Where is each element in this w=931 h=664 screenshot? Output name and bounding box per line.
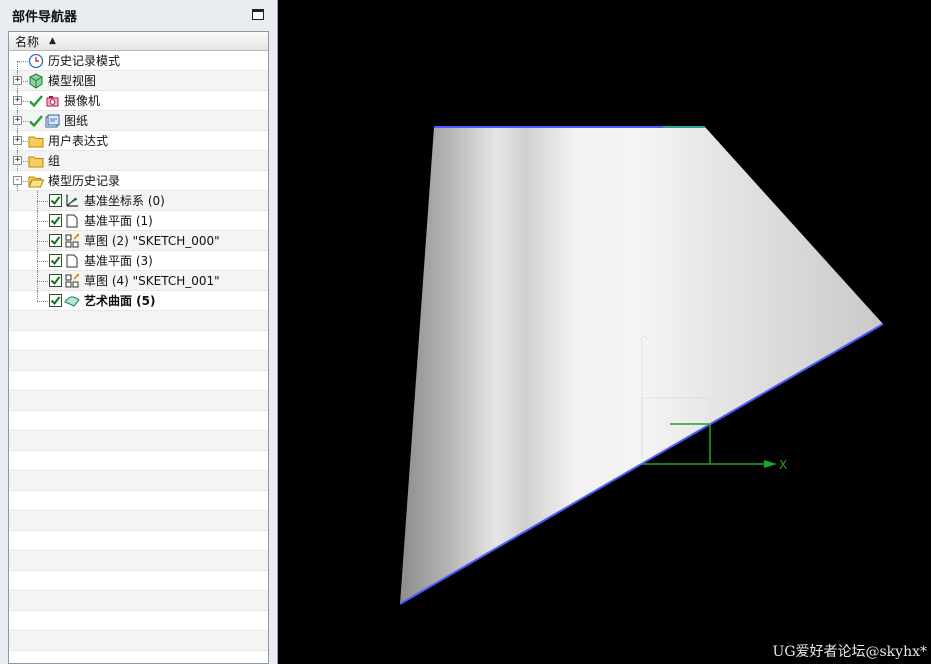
tree-connector: [37, 201, 48, 202]
feature-checkbox[interactable]: [49, 274, 62, 287]
folder-icon: [28, 153, 44, 169]
datum-plane-icon: [64, 253, 80, 269]
navigator-header: 部件导航器: [0, 0, 278, 30]
feature-checkbox[interactable]: [49, 234, 62, 247]
expand-icon[interactable]: +: [13, 136, 22, 145]
tree-item-label: 模型历史记录: [48, 174, 121, 188]
tree-connector: [37, 281, 48, 282]
x-axis-label: X: [779, 458, 787, 472]
tree-item-label: 摄像机: [64, 94, 101, 108]
maximize-icon[interactable]: [252, 9, 264, 20]
tree-connector: [17, 61, 18, 71]
empty-row: [9, 331, 268, 351]
tree-item-label: 图纸: [64, 114, 89, 128]
empty-row: [9, 451, 268, 471]
tree-item-label: 基准平面 (1): [84, 214, 153, 228]
collapse-icon[interactable]: -: [13, 176, 22, 185]
column-header-label: 名称: [15, 34, 40, 49]
tree-connector: [37, 261, 48, 262]
feature-checkbox[interactable]: [49, 254, 62, 267]
tree-item-label: 草图 (4) "SKETCH_001": [84, 274, 220, 288]
folder-icon: [28, 133, 44, 149]
tree-item-row[interactable]: + 模型视图: [9, 71, 268, 91]
tree-rows: 历史记录模式 + 模型视图 + 摄像机 + 图纸 + 用户表达式 + 组 - 模型历史记录 基准坐标系 (…: [9, 51, 268, 651]
drawing-sheet-icon: [44, 113, 60, 129]
feature-checkbox[interactable]: [49, 294, 62, 307]
empty-row: [9, 551, 268, 571]
tree-connector: [37, 221, 48, 222]
viewport-canvas[interactable]: ^ X: [279, 0, 931, 664]
tree-connector: [37, 301, 48, 302]
tree-item-row[interactable]: + 摄像机: [9, 91, 268, 111]
column-header-name[interactable]: 名称 ▲: [9, 32, 268, 51]
navigator-title: 部件导航器: [12, 9, 78, 25]
tree-item-label: 历史记录模式: [48, 54, 121, 68]
empty-row: [9, 611, 268, 631]
tree-item-row[interactable]: 草图 (2) "SKETCH_000": [9, 231, 268, 251]
empty-row: [9, 351, 268, 371]
empty-row: [9, 571, 268, 591]
sketch-icon: [64, 273, 80, 289]
expand-icon[interactable]: +: [13, 96, 22, 105]
sketch-icon: [64, 233, 80, 249]
empty-row: [9, 431, 268, 451]
expand-icon[interactable]: +: [13, 156, 22, 165]
tree-item-label: 草图 (2) "SKETCH_000": [84, 234, 220, 248]
tree-connector: [37, 241, 48, 242]
expand-icon[interactable]: +: [13, 76, 22, 85]
clock-icon: [28, 53, 44, 69]
sort-ascending-icon[interactable]: ▲: [49, 36, 56, 46]
tree-item-label: 艺术曲面 (5): [84, 294, 156, 308]
tree-item-label: 组: [48, 154, 61, 168]
navigator-tree[interactable]: 名称 ▲ 历史记录模式 + 模型视图 + 摄像机 + 图纸 + 用户表达式 + 组 - 模型历史记录 基准…: [8, 31, 269, 664]
tree-item-row[interactable]: - 模型历史记录: [9, 171, 268, 191]
empty-row: [9, 471, 268, 491]
empty-row: [9, 511, 268, 531]
tree-item-row[interactable]: 基准坐标系 (0): [9, 191, 268, 211]
feature-checkbox[interactable]: [49, 194, 62, 207]
tree-item-row[interactable]: 基准平面 (3): [9, 251, 268, 271]
feature-checkbox[interactable]: [49, 214, 62, 227]
tree-item-row[interactable]: + 组: [9, 151, 268, 171]
graphics-viewport[interactable]: ^ X UG爱好者论坛@skyhx*: [279, 0, 931, 664]
tree-item-row[interactable]: 基准平面 (1): [9, 211, 268, 231]
empty-row: [9, 311, 268, 331]
tree-item-row[interactable]: 历史记录模式: [9, 51, 268, 71]
tree-item-label: 基准坐标系 (0): [84, 194, 165, 208]
part-navigator-panel: 部件导航器 名称 ▲ 历史记录模式 + 模型视图 + 摄像机 + 图纸 + 用户表达式 + 组 - 模型…: [0, 0, 278, 664]
visible-check-icon[interactable]: [28, 93, 44, 109]
tree-item-row[interactable]: 艺术曲面 (5): [9, 291, 268, 311]
tree-item-row[interactable]: + 图纸: [9, 111, 268, 131]
empty-row: [9, 531, 268, 551]
datum-csys-icon: [64, 193, 80, 209]
empty-row: [9, 491, 268, 511]
tree-item-row[interactable]: 草图 (4) "SKETCH_001": [9, 271, 268, 291]
camera-icon: [44, 93, 60, 109]
tree-item-label: 模型视图: [48, 74, 97, 88]
empty-row: [9, 631, 268, 651]
y-axis-ghost-arrow: ^: [638, 334, 650, 350]
empty-row: [9, 391, 268, 411]
tree-item-label: 基准平面 (3): [84, 254, 153, 268]
expand-icon[interactable]: +: [13, 116, 22, 125]
studio-surface-icon: [64, 293, 80, 309]
visible-check-icon[interactable]: [28, 113, 44, 129]
empty-row: [9, 371, 268, 391]
model-view-icon: [28, 73, 44, 89]
empty-row: [9, 591, 268, 611]
tree-connector: [37, 291, 38, 301]
x-axis-arrowhead: [764, 460, 777, 468]
tree-item-label: 用户表达式: [48, 134, 109, 148]
tree-connector: [18, 61, 28, 62]
tree-item-row[interactable]: + 用户表达式: [9, 131, 268, 151]
empty-row: [9, 411, 268, 431]
datum-plane-icon: [64, 213, 80, 229]
folder-open-icon: [28, 173, 44, 189]
watermark-text: UG爱好者论坛@skyhx*: [772, 644, 927, 660]
